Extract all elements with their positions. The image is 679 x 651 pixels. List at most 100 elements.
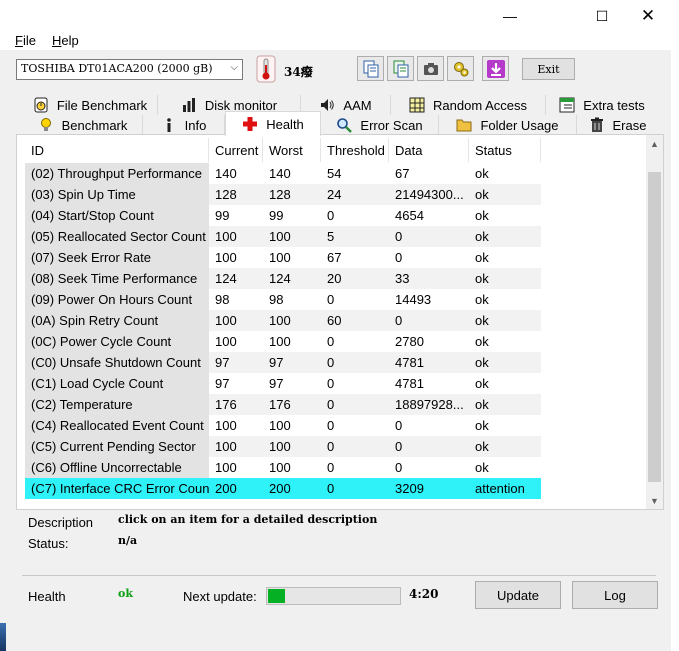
cell-threshold: 24 [321,184,389,205]
cell-data: 4654 [395,208,424,223]
tab-error-scan[interactable]: Error Scan [321,115,439,135]
tab-label: Info [184,117,207,133]
temperature-value: 34 [284,65,301,79]
menu-bar: File Help [0,32,671,50]
divider [22,575,656,576]
cell-threshold: 5 [321,226,389,247]
tab-label: Health [266,116,304,132]
tab-label: File Benchmark [56,97,148,113]
column-header-id[interactable]: ID [25,138,209,162]
drive-select[interactable]: TOSHIBA DT01ACA200 (2000 gB) ⌵ [16,59,243,80]
scroll-up-icon[interactable]: ▲ [646,135,663,152]
column-header-status[interactable]: Status [469,138,541,162]
cell-id: (04) Start/Stop Count [25,205,209,226]
chart-bars-icon [182,98,195,112]
table-row[interactable]: (07) Seek Error Rate 100 100 67 0 ok [25,247,541,268]
thermometer-icon [256,55,276,83]
table-row[interactable]: (C2) Temperature 176 176 0 18897928... ok [25,394,541,415]
cell-id: (0C) Power Cycle Count [25,331,209,352]
table-row[interactable]: (C0) Unsafe Shutdown Count 97 97 0 4781 ok [25,352,541,373]
cell-current: 124 [209,268,263,289]
tab-label: Erase [612,117,647,133]
settings-button[interactable] [447,56,474,81]
cell-threshold: 67 [327,250,342,265]
table-row[interactable]: (C4) Reallocated Event Count 100 100 0 0 ok [25,415,541,436]
cell-id: (C7) Interface CRC Error Count [25,478,209,499]
tab-label: Extra tests [583,97,645,113]
cell-data: 0 [389,226,469,247]
cell-id: (C6) Offline Uncorrectable [25,457,209,478]
tab-random-access[interactable]: Random Access [391,95,546,115]
cell-id: (03) Spin Up Time [25,184,209,205]
tab-erase[interactable]: Erase [577,115,658,135]
tab-file-benchmark[interactable]: File Benchmark [23,95,158,115]
scroll-down-icon[interactable]: ▼ [646,492,663,509]
screenshot-button[interactable] [417,56,444,81]
table-row[interactable]: (0A) Spin Retry Count 100 100 60 0 ok [25,310,541,331]
copy-button[interactable] [357,56,384,81]
tab-extra-tests[interactable]: Extra tests [546,95,658,115]
cell-current: 100 [215,250,237,265]
cell-threshold: 0 [327,334,335,349]
table-row[interactable]: (C5) Current Pending Sector 100 100 0 0 ok [25,436,541,457]
cell-worst: 100 [269,418,291,433]
cell-worst: 100 [263,436,321,457]
tab-folder-usage[interactable]: Folder Usage [439,115,577,135]
cell-data: 67 [395,166,410,181]
table-row[interactable]: (02) Throughput Performance 140 140 54 67 ok [25,163,541,184]
cell-worst: 97 [263,352,321,373]
app-body: TOSHIBA DT01ACA200 (2000 gB) ⌵ 34癈 Exit … [0,50,671,651]
column-header-current[interactable]: Current [209,138,263,162]
cell-current: 97 [209,352,263,373]
cell-id: (02) Throughput Performance [25,163,209,184]
menu-help[interactable]: Help [52,33,79,48]
cell-data: 0 [395,460,403,475]
table-row[interactable]: (05) Reallocated Sector Count 100 100 5 0 ok [25,226,541,247]
download-button[interactable] [482,56,509,81]
lightbulb-icon [40,118,51,131]
table-row[interactable]: (09) Power On Hours Count 98 98 0 14493 ok [25,289,541,310]
cell-worst: 100 [269,460,291,475]
column-header-threshold[interactable]: Threshold [321,138,389,162]
cell-status: ok [469,184,541,205]
update-button[interactable]: Update [475,581,561,609]
table-row[interactable]: (03) Spin Up Time 128 128 24 21494300... ok [25,184,541,205]
cell-id: (C4) Reallocated Event Count [25,415,209,436]
table-row[interactable]: (C1) Load Cycle Count 97 97 0 4781 ok [25,373,541,394]
cell-threshold: 0 [327,376,335,391]
log-button[interactable]: Log [572,581,658,609]
tab-label: Random Access [433,97,527,113]
tab-info[interactable]: Info [143,115,225,135]
exit-button[interactable]: Exit [522,58,575,80]
tab-label: Folder Usage [480,117,559,133]
cell-current: 100 [215,334,237,349]
minimize-button[interactable]: — [487,0,533,32]
copy-info-icon [393,60,408,77]
table-row[interactable]: (0C) Power Cycle Count 100 100 0 2780 ok [25,331,541,352]
copy-info-button[interactable] [387,56,414,81]
tab-health[interactable]: Health [225,111,321,136]
cell-current: 200 [209,478,263,499]
tab-benchmark[interactable]: Benchmark [23,115,143,135]
cell-id: (08) Seek Time Performance [25,268,209,289]
column-header-worst[interactable]: Worst [263,138,321,162]
magnifier-icon [337,118,353,133]
table-row[interactable]: (C7) Interface CRC Error Count 200 200 0 320… [25,478,541,499]
cell-data: 4781 [389,352,469,373]
cell-status: ok [469,436,541,457]
table-row[interactable]: (04) Start/Stop Count 99 99 0 4654 ok [25,205,541,226]
scroll-thumb[interactable] [648,172,661,482]
cell-worst: 100 [263,310,321,331]
table-row[interactable]: (08) Seek Time Performance 124 124 20 33 ok [25,268,541,289]
column-header-data[interactable]: Data [389,138,469,162]
cell-current: 100 [215,418,237,433]
close-button[interactable]: ✕ [625,0,671,32]
cell-current: 99 [215,208,230,223]
maximize-button[interactable]: ☐ [579,0,625,32]
health-label: Health [28,589,66,604]
menu-file[interactable]: File [15,33,36,48]
cell-data: 0 [389,310,469,331]
cell-current: 100 [209,310,263,331]
vertical-scrollbar[interactable]: ▲ ▼ [646,135,663,509]
table-row[interactable]: (C6) Offline Uncorrectable 100 100 0 0 ok [25,457,541,478]
